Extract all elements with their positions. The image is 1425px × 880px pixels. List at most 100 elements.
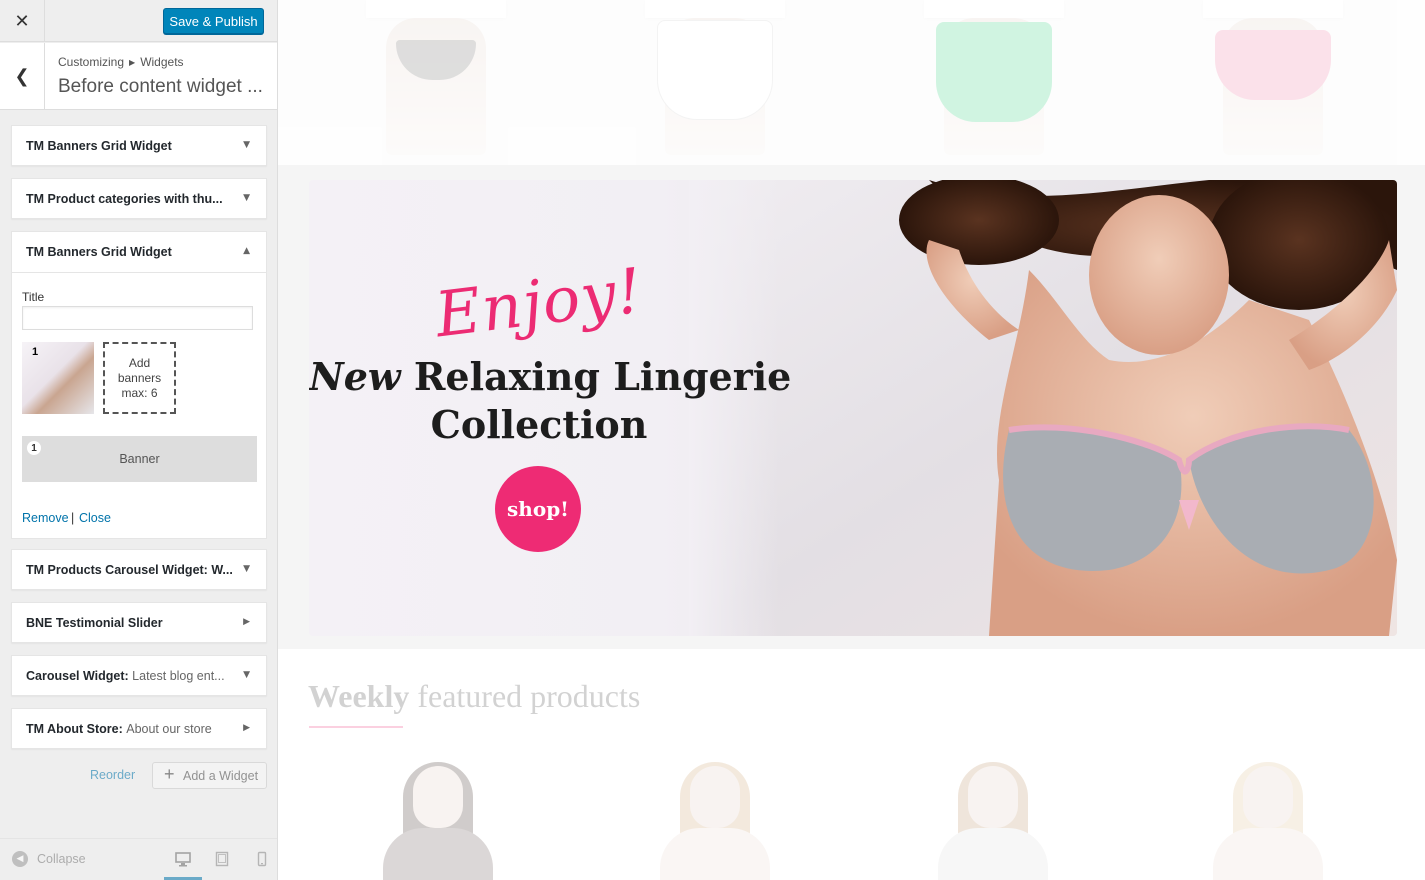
product-model-image [650,762,780,880]
breadcrumb: Customizing ▶ Widgets [58,55,184,69]
add-widget-label: Add a Widget [183,769,259,783]
widget-subtitle: W... [211,563,233,577]
customizer-footer: ◀ Collapse [0,838,277,880]
product-image [386,18,486,155]
customizer-header: ✕ Save & Publish [0,0,277,42]
product-tab [924,0,1064,18]
widget-banners-grid-2-open: TM Banners Grid Widget ▲ Title 1 Add ban… [11,231,267,539]
product-model-image [1203,762,1333,880]
widget-title-text: BNE Testimonial Slider [26,616,163,630]
mobile-icon[interactable] [254,851,270,867]
widget-title-text: TM Products Carousel Widget: [26,563,208,577]
product-model-image [928,762,1058,880]
banner-item[interactable]: 1 Banner [22,436,257,482]
weekly-section-title: Weekly featured products [308,678,640,715]
close-icon[interactable]: ✕ [0,0,45,42]
remove-link[interactable]: Remove [22,511,69,525]
widget-title: BNE Testimonial Slider [26,616,163,630]
model-body [1213,828,1323,880]
widget-carousel-blog[interactable]: Carousel Widget: Latest blog ent... ▼ [11,655,267,696]
widget-subtitle: Latest blog ent... [132,669,225,683]
product-thumbnail [645,0,785,155]
banner-headline: New Relaxing Lingerie [309,354,791,399]
widget-banners-grid-1[interactable]: TM Banners Grid Widget ▼ [11,125,267,166]
chevron-down-icon[interactable]: ▼ [243,564,250,574]
widget-title: Carousel Widget: Latest blog ent... [26,669,225,683]
banner-item-label: Banner [119,452,160,466]
product-tab [645,0,785,18]
widget-testimonial-slider[interactable]: BNE Testimonial Slider ▶ [11,602,267,643]
desktop-icon[interactable] [175,851,191,867]
model-body [938,828,1048,880]
customizer-sidebar: ✕ Save & Publish ❮ Customizing ▶ Widgets B… [0,0,278,880]
chevron-right-icon[interactable]: ▶ [243,617,250,627]
chevron-right-icon[interactable]: ▶ [243,723,250,733]
panel-title: Before content widget ... [58,76,263,97]
close-link[interactable]: Close [79,511,111,525]
widget-title-text: TM About Store: [26,722,123,736]
product-garment [936,22,1052,122]
weekly-title-underline [309,726,403,728]
widget-products-carousel[interactable]: TM Products Carousel Widget: W... ▼ [11,549,267,590]
widget-subtitle: About our store [126,722,212,736]
back-arrow-icon[interactable]: ❮ [0,43,45,110]
breadcrumb-root: Customizing [58,55,125,69]
chevron-up-icon[interactable]: ▲ [243,246,250,256]
widget-title: TM Banners Grid Widget [26,245,172,259]
widget-title-text: TM Banners Grid Widget [26,139,172,153]
widget-header[interactable]: TM Banners Grid Widget ▲ [12,232,266,273]
widget-title: TM Banners Grid Widget [26,139,172,153]
banner-headline-line2: Collection [430,402,648,447]
widget-title: TM Products Carousel Widget: W... [26,563,233,577]
model-body [383,828,493,880]
product-garment [657,20,773,120]
breadcrumb-child: Widgets [140,55,184,69]
site-preview: Enjoy! New Relaxing Lingerie Collection … [278,0,1425,880]
add-widget-button[interactable]: + Add a Widget [152,762,267,789]
headline-rest: Relaxing Lingerie [400,354,792,399]
save-publish-button[interactable]: Save & Publish [163,8,264,34]
chevron-down-icon[interactable]: ▼ [243,670,250,680]
widget-about-store[interactable]: TM About Store: About our store ▶ [11,708,267,749]
breadcrumb-separator-icon: ▶ [129,58,136,67]
model-head [1243,766,1293,828]
reorder-link[interactable]: Reorder [90,768,135,782]
model-body [660,828,770,880]
model-head [413,766,463,828]
banner-thumbnail-number: 1 [32,346,39,358]
weekly-title-rest: featured products [409,678,641,714]
chevron-down-icon[interactable]: ▼ [243,193,250,203]
model-head [968,766,1018,828]
widget-title-text: TM Product categories with thu... [26,192,223,206]
title-input[interactable] [22,306,253,330]
banner-photo [689,180,1397,636]
product-strip-top [278,0,1425,165]
product-tab [366,0,506,18]
weekly-title-bold: Weekly [308,678,410,714]
product-garment [1215,30,1331,100]
plus-icon: + [164,764,175,784]
section-title-panel: ❮ Customizing ▶ Widgets Before content wid… [0,43,277,110]
product-thumbnail [366,0,506,155]
link-separator: | [71,511,75,525]
collapse-button[interactable]: Collapse [37,852,86,866]
product-thumbnail [924,0,1064,155]
banner-thumbnail[interactable]: 1 [22,342,94,414]
product-model-image [373,762,503,880]
tablet-icon[interactable] [214,851,230,867]
headline-new: New [309,354,401,399]
banner-section: Enjoy! New Relaxing Lingerie Collection … [278,165,1425,649]
widget-product-categories[interactable]: TM Product categories with thu... ▼ [11,178,267,219]
promo-banner[interactable]: Enjoy! New Relaxing Lingerie Collection … [309,180,1397,636]
add-banners-button[interactable]: Add banners max: 6 [103,342,176,414]
widget-title: TM Product categories with thu... [26,192,223,206]
chevron-down-icon[interactable]: ▼ [243,140,250,150]
title-field-label: Title [22,290,45,304]
widget-title: TM About Store: About our store [26,722,212,736]
model-head [690,766,740,828]
widget-title-text: Carousel Widget: [26,669,129,683]
product-thumbnail [1203,0,1343,155]
shop-button[interactable]: shop! [495,466,581,552]
collapse-arrow-icon[interactable]: ◀ [12,851,28,867]
product-tab [1203,0,1343,18]
